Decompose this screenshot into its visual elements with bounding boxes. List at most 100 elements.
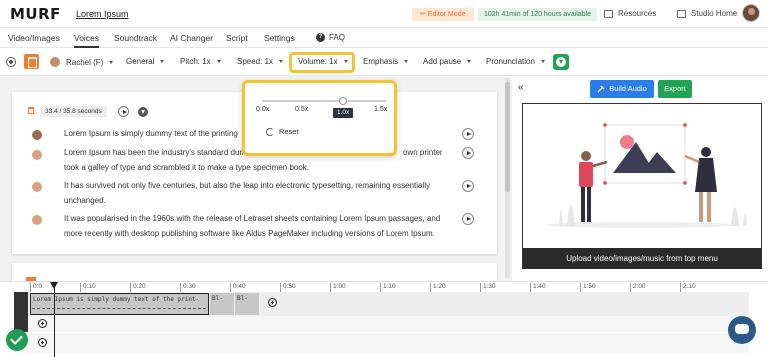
- tab-settings[interactable]: Settings: [264, 33, 295, 43]
- studio-home-link[interactable]: Studio Home: [677, 8, 737, 20]
- speed-label: Speed: 1x: [237, 57, 274, 66]
- tab-video-images[interactable]: Video/Images: [8, 33, 60, 43]
- volume-tick: 0.5x: [295, 106, 309, 113]
- build-audio-label: Build Audio: [609, 84, 647, 93]
- top-header: MURF Lorem Ipsum ✏ Editor Mode 102h 41mi…: [0, 0, 768, 28]
- playhead-handle[interactable]: [50, 282, 58, 289]
- music-track-lane: [14, 316, 749, 332]
- volume-highlight: [289, 52, 355, 73]
- volume-reset-button[interactable]: Reset: [266, 127, 299, 136]
- emphasis-label: Emphasis: [363, 57, 399, 66]
- block-play-icon[interactable]: [118, 106, 129, 117]
- main-tabs: Video/Images Voices Soundtrack AI Change…: [0, 28, 768, 48]
- ruler-tick: 1:30: [480, 283, 496, 292]
- studio-home-label: Studio Home: [691, 9, 738, 18]
- editor-mode-badge[interactable]: ✏ Editor Mode: [412, 8, 474, 21]
- script-line[interactable]: unchanged.: [64, 193, 444, 209]
- speed-dropdown[interactable]: Speed: 1x: [237, 57, 284, 66]
- voice-dropdown[interactable]: Rachel (F): [50, 57, 114, 67]
- voice-avatar[interactable]: [32, 130, 42, 140]
- delete-block-button[interactable]: [24, 54, 39, 69]
- add-music-icon[interactable]: [38, 319, 47, 328]
- chevron-down-icon: [540, 60, 545, 63]
- download-button[interactable]: [553, 54, 569, 70]
- ruler-tick: 0:50: [280, 283, 296, 292]
- ruler-tick: 1:00: [330, 283, 346, 292]
- export-button[interactable]: Export: [658, 80, 692, 98]
- ruler-tick: 0:10: [80, 283, 96, 292]
- chevron-down-icon: [467, 60, 472, 63]
- volume-slider-thumb[interactable]: [339, 97, 347, 105]
- build-audio-button[interactable]: Build Audio: [590, 80, 654, 98]
- resources-icon: [604, 10, 613, 18]
- pitch-dropdown[interactable]: Pitch: 1x: [180, 57, 221, 66]
- pronunciation-dropdown[interactable]: Pronunciation: [486, 57, 545, 66]
- chat-support-icon[interactable]: [728, 316, 756, 344]
- voice-label: Rachel (F): [66, 57, 104, 67]
- volume-slider-track[interactable]: [262, 100, 386, 102]
- voice-toolbar: Rachel (F) General Pitch: 1x Speed: 1x V…: [0, 48, 768, 76]
- ruler-tick: 0:30: [180, 283, 196, 292]
- chevron-down-icon: [160, 60, 165, 63]
- script-line[interactable]: took a galley of type and scrambled it t…: [64, 160, 444, 176]
- volume-tick: 0.0x: [256, 106, 270, 113]
- video-preview: [522, 103, 762, 269]
- volume-current-value: 1.0x: [333, 108, 354, 118]
- style-dropdown[interactable]: General: [126, 57, 165, 66]
- tab-ai-changer[interactable]: AI Changer: [170, 33, 213, 43]
- voice-avatar[interactable]: [32, 150, 42, 160]
- volume-popup: [242, 80, 397, 156]
- volume-tick: 1.5x: [374, 106, 388, 113]
- line-play-icon[interactable]: [462, 147, 474, 159]
- help-icon: ?: [316, 33, 325, 42]
- editor-scroll-thumb[interactable]: [505, 82, 510, 192]
- tab-soundtrack[interactable]: Soundtrack: [114, 33, 157, 43]
- voice-clip-small[interactable]: Bl-: [210, 293, 234, 315]
- duration-badge: 33.4 / 35.8 seconds: [40, 106, 107, 117]
- resources-label: Resources: [618, 9, 657, 18]
- chevron-down-icon: [279, 60, 284, 63]
- user-avatar[interactable]: [742, 4, 760, 22]
- faq-link[interactable]: ? FAQ: [316, 33, 345, 42]
- emphasis-dropdown[interactable]: Emphasis: [363, 57, 409, 66]
- script-line[interactable]: more recently with desktop publishing so…: [64, 226, 444, 242]
- line-play-icon[interactable]: [462, 180, 474, 192]
- faq-label: FAQ: [329, 33, 346, 42]
- add-pause-dropdown[interactable]: Add pause: [423, 57, 472, 66]
- line-play-icon[interactable]: [462, 213, 474, 225]
- project-name[interactable]: Lorem Ipsum: [76, 9, 129, 19]
- reset-icon: [266, 127, 274, 136]
- reset-label: Reset: [279, 127, 299, 136]
- voice-avatar[interactable]: [32, 182, 42, 192]
- voice-clip-small[interactable]: Bl-: [235, 293, 259, 315]
- collapse-panel-icon[interactable]: «: [518, 82, 524, 93]
- time-available-badge: 102h 41min of 120 hours available: [478, 8, 598, 21]
- playhead[interactable]: [54, 286, 55, 357]
- line-play-icon[interactable]: [462, 128, 474, 140]
- hammer-icon: [597, 85, 605, 93]
- empty-preview-illustration: [546, 123, 747, 228]
- ruler-tick: 1:20: [430, 283, 446, 292]
- script-line[interactable]: It has survived not only five centuries,…: [64, 178, 444, 194]
- ruler-tick: 1:40: [530, 283, 546, 292]
- voice-avatar[interactable]: [32, 215, 42, 225]
- tab-script[interactable]: Script: [226, 33, 248, 43]
- ruler-tick: 2:00: [630, 283, 646, 292]
- trash-icon[interactable]: [28, 107, 34, 114]
- ruler-tick: 1:10: [380, 283, 396, 292]
- tab-voices[interactable]: Voices: [74, 33, 100, 48]
- resources-link[interactable]: Resources: [604, 8, 656, 20]
- upload-message: Upload video/images/music from top menu: [523, 248, 761, 269]
- voice-track-icon: [14, 292, 28, 316]
- extra-track-lane: [14, 333, 749, 353]
- ruler-tick: 1:50: [580, 283, 596, 292]
- murf-logo[interactable]: MURF: [10, 5, 61, 23]
- add-clip-icon[interactable]: [268, 298, 277, 307]
- script-line[interactable]: It was popularised in the 1960s with the…: [64, 211, 444, 227]
- check-icon[interactable]: [6, 329, 28, 351]
- block-download-icon[interactable]: [138, 107, 148, 117]
- script-line-cont[interactable]: own printer: [403, 145, 463, 161]
- add-block-icon[interactable]: [6, 57, 16, 67]
- add-track-icon[interactable]: [38, 338, 47, 347]
- pronunciation-label: Pronunciation: [486, 57, 535, 66]
